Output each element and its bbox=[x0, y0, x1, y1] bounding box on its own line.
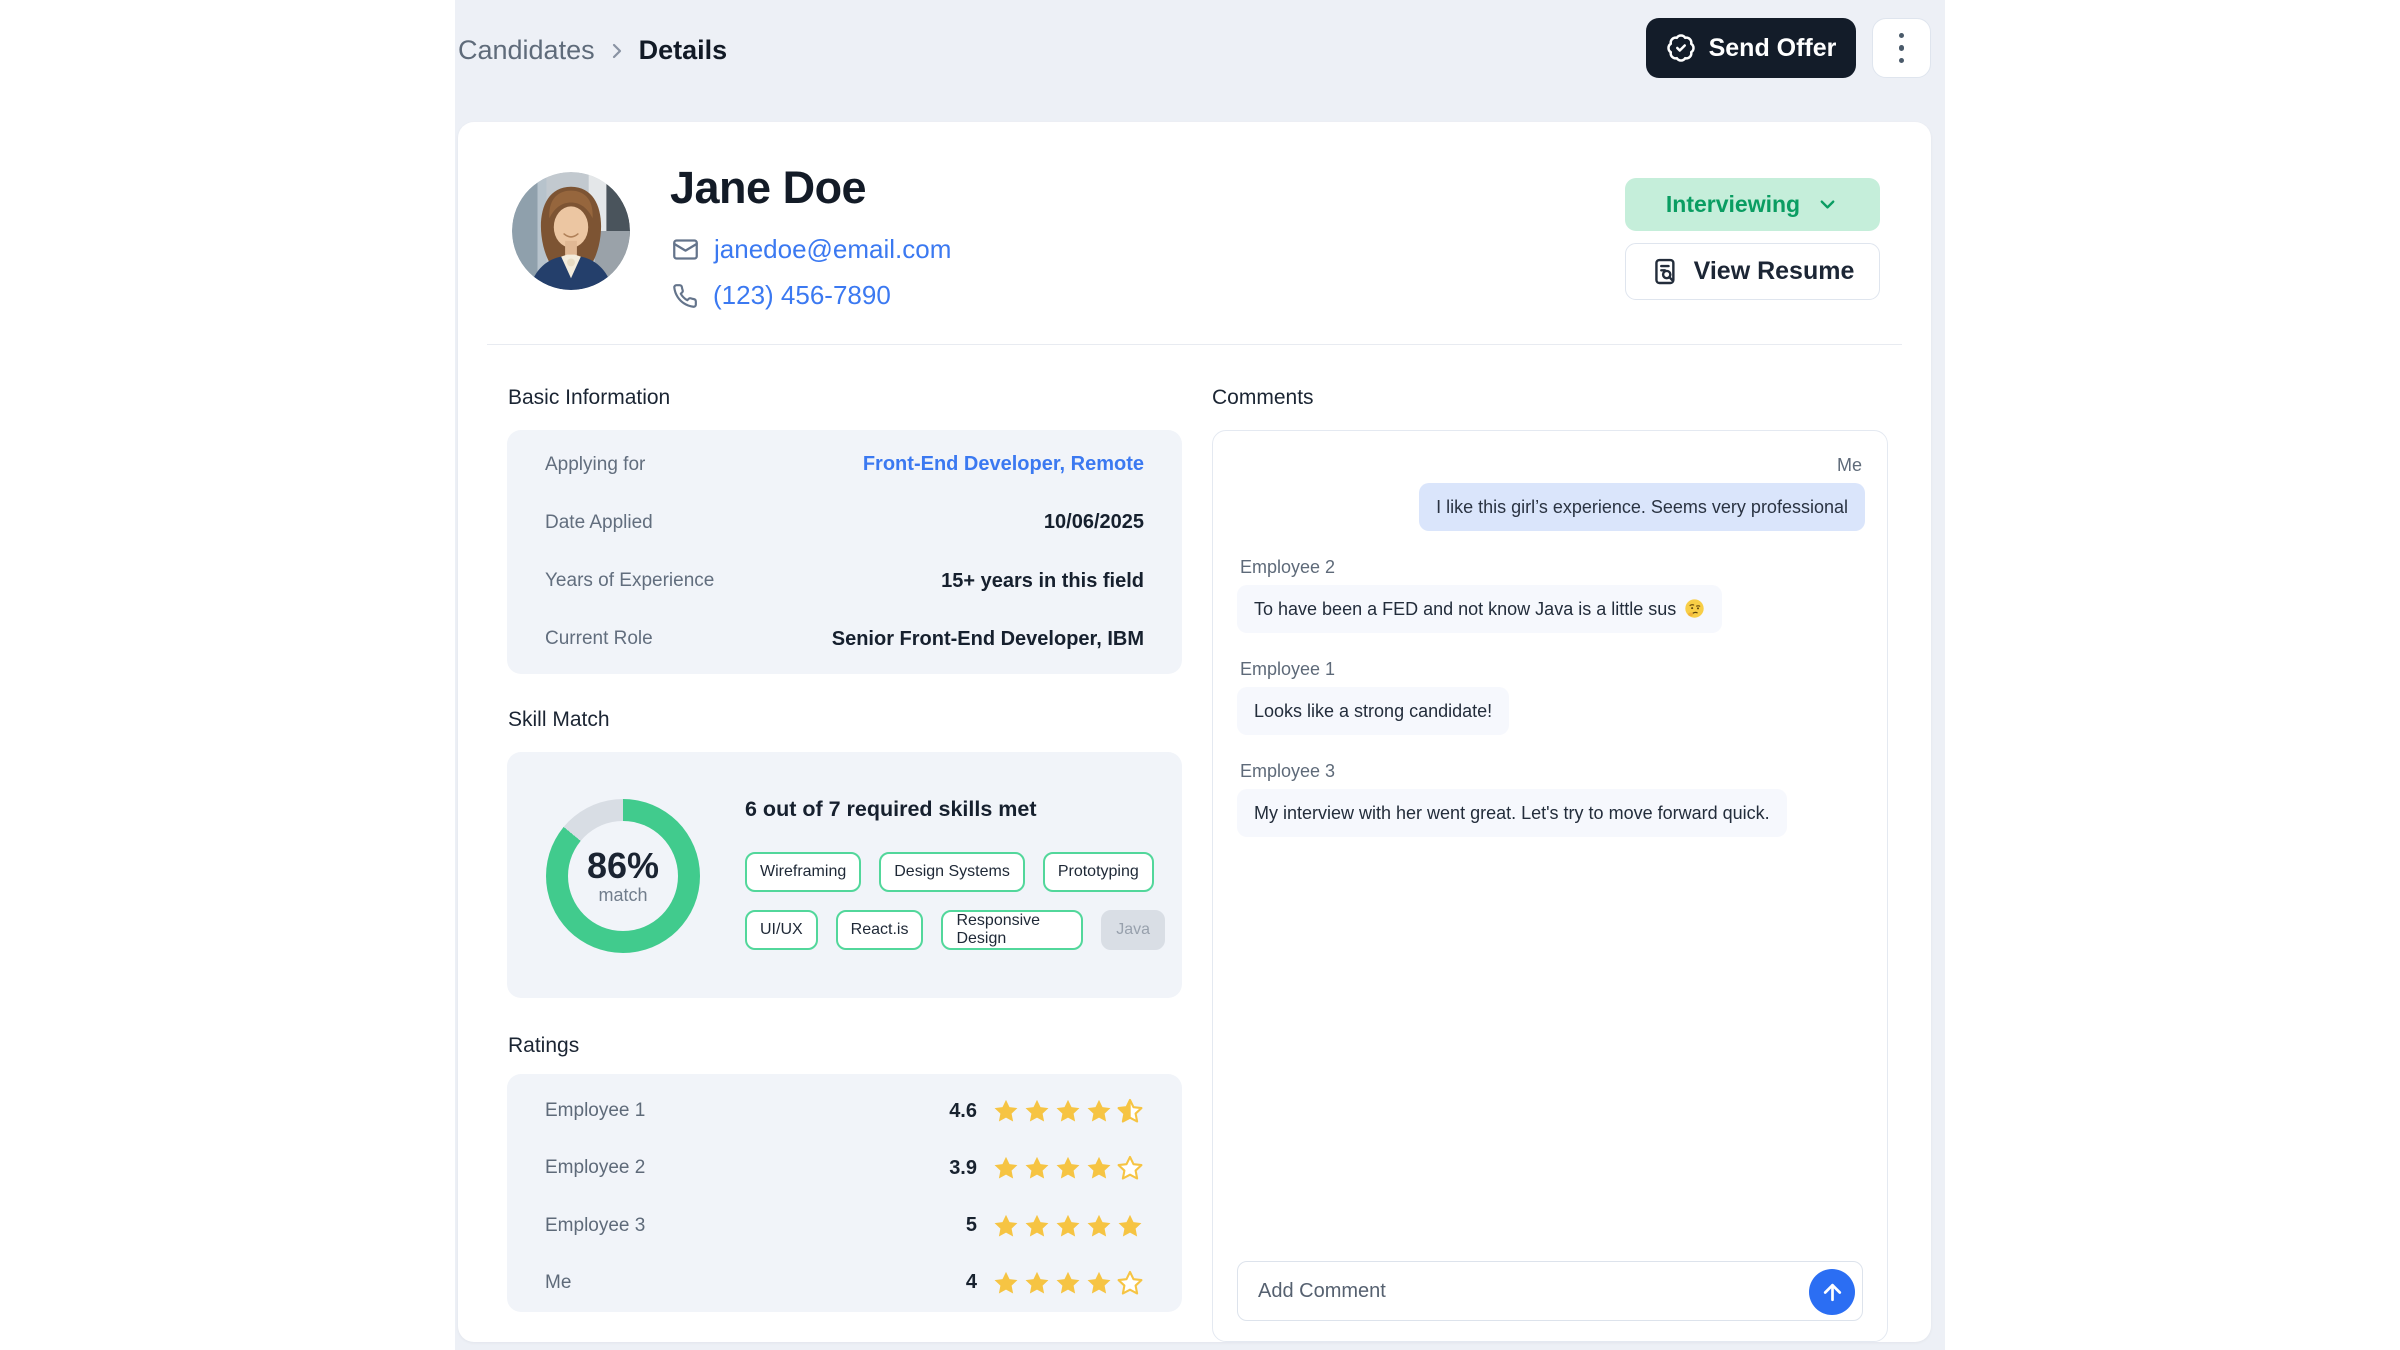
breadcrumb-details: Details bbox=[639, 35, 728, 66]
info-label: Date Applied bbox=[545, 512, 653, 534]
skill-chip-met: React.is bbox=[836, 910, 924, 950]
more-options-button[interactable] bbox=[1872, 18, 1931, 78]
skill-chip-row: UI/UX React.is Responsive Design Java bbox=[745, 910, 1165, 950]
rating-name: Employee 1 bbox=[545, 1100, 645, 1122]
skills-met-headline: 6 out of 7 required skills met bbox=[745, 796, 1165, 822]
rating-name: Employee 3 bbox=[545, 1215, 645, 1237]
star-rating bbox=[992, 1097, 1144, 1125]
basic-info-heading: Basic Information bbox=[508, 386, 670, 410]
comment-input-wrap bbox=[1237, 1261, 1863, 1321]
comment-bubble: To have been a FED and not know Java is … bbox=[1237, 585, 1722, 633]
comment-bubble: My interview with her went great. Let's … bbox=[1237, 789, 1787, 837]
match-percent: 86% bbox=[587, 847, 659, 885]
rating-row: Employee 1 4.6 bbox=[545, 1092, 1144, 1130]
match-label: match bbox=[587, 885, 659, 905]
rating-name: Me bbox=[545, 1272, 571, 1294]
comment-own: Me I like this girl’s experience. Seems v… bbox=[1237, 455, 1865, 531]
add-comment-input[interactable] bbox=[1238, 1262, 1862, 1320]
basic-info-panel: Applying for Front-End Developer, Remote D… bbox=[507, 430, 1182, 674]
info-value-link[interactable]: Front-End Developer, Remote bbox=[863, 453, 1144, 476]
skill-chip-row: Wireframing Design Systems Prototyping bbox=[745, 852, 1165, 892]
mail-icon bbox=[672, 236, 699, 263]
chevron-down-icon bbox=[1816, 193, 1839, 216]
ratings-panel: Employee 1 4.6 Employee 2 3.9 Employee 3 5 Me 4 bbox=[507, 1074, 1182, 1312]
arrow-up-icon bbox=[1820, 1280, 1845, 1305]
rating-name: Employee 2 bbox=[545, 1157, 645, 1179]
comments-heading: Comments bbox=[1212, 386, 1314, 410]
email-row[interactable]: janedoe@email.com bbox=[672, 234, 951, 265]
info-row: Years of Experience 15+ years in this fie… bbox=[545, 570, 1144, 593]
comment: Employee 3 My interview with her went gre… bbox=[1237, 761, 1865, 837]
rating-row: Employee 2 3.9 bbox=[545, 1149, 1144, 1187]
send-comment-button[interactable] bbox=[1809, 1269, 1855, 1315]
rating-right: 5 bbox=[966, 1212, 1144, 1240]
divider bbox=[487, 344, 1902, 345]
rating-right: 4 bbox=[966, 1269, 1144, 1297]
view-resume-button[interactable]: View Resume bbox=[1625, 243, 1880, 300]
star-rating bbox=[992, 1154, 1144, 1182]
rating-right: 3.9 bbox=[949, 1154, 1144, 1182]
skill-chip-met: UI/UX bbox=[745, 910, 818, 950]
info-row: Date Applied 10/06/2025 bbox=[545, 511, 1144, 534]
info-value: Senior Front-End Developer, IBM bbox=[832, 628, 1144, 651]
candidate-name: Jane Doe bbox=[670, 160, 866, 216]
phone-row[interactable]: (123) 456-7890 bbox=[672, 280, 891, 311]
candidate-phone: (123) 456-7890 bbox=[713, 280, 891, 311]
skill-match-donut: 86% match bbox=[546, 799, 700, 953]
candidate-card: Jane Doe janedoe@email.com (123) 456-789… bbox=[458, 122, 1931, 1342]
send-offer-button[interactable]: Send Offer bbox=[1646, 18, 1856, 78]
ratings-heading: Ratings bbox=[508, 1034, 579, 1058]
skill-match-panel: 86% match 6 out of 7 required skills met… bbox=[507, 752, 1182, 998]
badge-check-icon bbox=[1666, 33, 1696, 63]
candidate-details-page: Candidates Details Send Offer bbox=[0, 0, 2400, 1350]
info-value: 15+ years in this field bbox=[941, 570, 1144, 593]
avatar bbox=[512, 172, 630, 290]
rating-right: 4.6 bbox=[949, 1097, 1144, 1125]
comment: Employee 2 To have been a FED and not kno… bbox=[1237, 557, 1865, 633]
rating-score: 3.9 bbox=[949, 1157, 977, 1180]
breadcrumb-candidates[interactable]: Candidates bbox=[458, 35, 595, 66]
rating-score: 4 bbox=[966, 1271, 977, 1294]
skill-chips: Wireframing Design Systems Prototyping UI/U… bbox=[745, 852, 1165, 950]
send-offer-label: Send Offer bbox=[1709, 34, 1837, 63]
skill-chip-met: Prototyping bbox=[1043, 852, 1154, 892]
comment-author: Me bbox=[1834, 455, 1865, 476]
skill-chip-met: Design Systems bbox=[879, 852, 1025, 892]
star-rating[interactable] bbox=[992, 1269, 1144, 1297]
comment-bubble: Looks like a strong candidate! bbox=[1237, 687, 1509, 735]
comment-author: Employee 1 bbox=[1237, 659, 1338, 680]
status-label: Interviewing bbox=[1666, 191, 1800, 218]
candidate-email: janedoe@email.com bbox=[714, 234, 951, 265]
breadcrumb: Candidates Details bbox=[458, 30, 727, 70]
file-search-icon bbox=[1651, 257, 1680, 286]
info-label: Current Role bbox=[545, 628, 653, 650]
info-label: Applying for bbox=[545, 454, 645, 476]
comment-thread: Me I like this girl’s experience. Seems v… bbox=[1237, 455, 1865, 837]
skill-chip-met: Wireframing bbox=[745, 852, 861, 892]
view-resume-label: View Resume bbox=[1694, 257, 1855, 286]
info-row: Applying for Front-End Developer, Remote bbox=[545, 453, 1144, 476]
status-dropdown[interactable]: Interviewing bbox=[1625, 178, 1880, 231]
comment-author: Employee 3 bbox=[1237, 761, 1338, 782]
phone-icon bbox=[672, 283, 698, 309]
rating-score: 5 bbox=[966, 1214, 977, 1237]
kebab-icon bbox=[1899, 33, 1905, 64]
skill-match-heading: Skill Match bbox=[508, 708, 610, 732]
skill-chip-met: Responsive Design bbox=[941, 910, 1083, 950]
comment: Employee 1 Looks like a strong candidate! bbox=[1237, 659, 1865, 735]
comment-bubble: I like this girl’s experience. Seems ver… bbox=[1419, 483, 1865, 531]
info-label: Years of Experience bbox=[545, 570, 714, 592]
info-row: Current Role Senior Front-End Developer, … bbox=[545, 628, 1144, 651]
star-rating bbox=[992, 1212, 1144, 1240]
skill-chip-missing: Java bbox=[1101, 910, 1165, 950]
rating-row: Employee 3 5 bbox=[545, 1207, 1144, 1245]
rating-score: 4.6 bbox=[949, 1100, 977, 1123]
rating-row: Me 4 bbox=[545, 1264, 1144, 1302]
chevron-right-icon bbox=[605, 39, 629, 63]
info-value: 10/06/2025 bbox=[1044, 511, 1144, 534]
comment-author: Employee 2 bbox=[1237, 557, 1338, 578]
comments-card: Me I like this girl’s experience. Seems v… bbox=[1212, 430, 1888, 1342]
